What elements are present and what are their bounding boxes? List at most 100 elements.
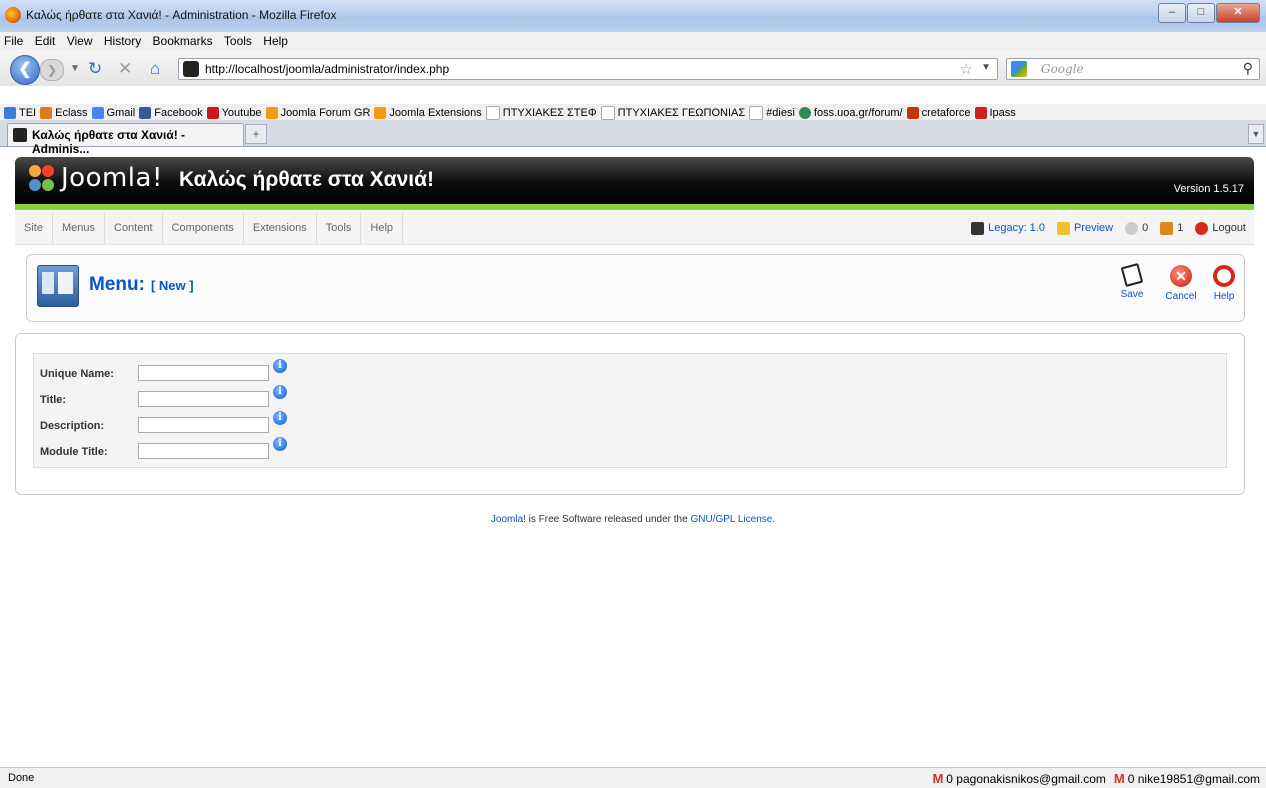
footer-text: is Free Software released under the [525,514,691,525]
info-icon[interactable]: i [273,359,287,373]
search-icon[interactable]: ⚲ [1243,60,1253,77]
legacy-icon [971,221,985,235]
info-icon[interactable]: i [273,437,287,451]
joomla-link[interactable]: Joomla! [491,514,526,525]
legacy-status[interactable]: Legacy: 1.0 [971,221,1045,235]
search-bar[interactable]: Google ⚲ [1006,58,1260,80]
logout-link[interactable]: Logout [1195,221,1246,235]
url-text[interactable]: http://localhost/joomla/administrator/in… [205,62,449,76]
close-window-button[interactable]: ✕ [1216,3,1260,23]
unique-name-input[interactable] [138,365,269,381]
admin-menu-help[interactable]: Help [361,212,404,244]
forward-button[interactable]: ❯ [40,59,64,81]
bookmark-eclass[interactable]: Eclass [40,107,88,119]
menu-view[interactable]: View [63,32,97,50]
joomla-icon [13,128,27,142]
tab-joomla-admin[interactable]: Καλώς ήρθατε στα Χανιά! - Adminis... [7,123,244,156]
gmail-notifier: M0 pagonakisnikos@gmail.com M0 nike19851… [924,771,1260,786]
help-button[interactable]: Help [1203,265,1245,302]
stop-icon[interactable]: ✕ [118,59,132,79]
reload-icon[interactable]: ↻ [88,59,102,79]
search-input[interactable]: Google [1041,62,1084,76]
gmail-icon: M [932,771,944,786]
admin-menu-components[interactable]: Components [163,212,244,244]
back-button[interactable]: ❮ [10,55,40,85]
bookmark-joomla-forum[interactable]: Joomla Forum GR [265,107,370,119]
admin-menu-content[interactable]: Content [105,212,163,244]
bookmark-facebook[interactable]: Facebook [139,107,203,119]
bookmark-diesi[interactable]: #diesi [749,106,795,120]
home-icon[interactable]: ⌂ [150,59,160,79]
browser-status-bar: Done M0 pagonakisnikos@gmail.com M0 nike… [0,767,1266,788]
menu-tools[interactable]: Tools [220,32,256,50]
joomla-header: Joomla! Καλώς ήρθατε στα Χανιά! Version … [15,157,1254,204]
description-input[interactable] [138,417,269,433]
preview-link[interactable]: Preview [1056,221,1113,235]
info-icon[interactable]: i [273,411,287,425]
page-footer: Joomla! is Free Software released under … [0,514,1266,525]
list-all-tabs-button[interactable]: ▼ [1248,124,1264,144]
info-icon[interactable]: i [273,385,287,399]
page-icon [749,106,764,120]
page-icon [600,106,615,120]
facebook-icon [139,107,152,119]
admin-status: Legacy: 1.0 Preview 0 1 Logout [959,212,1246,244]
bookmark-ipass[interactable]: Ipass [974,107,1016,119]
youtube-icon [206,107,219,119]
users-online-count: 1 [1160,221,1183,235]
history-dropdown-icon[interactable]: ▼ [70,59,80,79]
admin-menu-menus[interactable]: Menus [53,212,105,244]
gpl-license-link[interactable]: GNU/GPL License [690,514,772,525]
menu-help[interactable]: Help [259,32,292,50]
bookmark-ptyxiakes-geoponias[interactable]: ΠΤΥΧΙΑΚΕΣ ΓΕΩΠΟΝΙΑΣ [600,106,745,120]
bookmark-foss-uoa[interactable]: foss.uoa.gr/forum/ [798,107,903,119]
menu-file[interactable]: File [0,32,27,50]
address-bar[interactable]: http://localhost/joomla/administrator/in… [178,58,998,80]
maximize-button[interactable]: □ [1187,3,1215,23]
bookmark-gmail[interactable]: Gmail [91,107,135,119]
gmail-icon: M [1113,771,1125,786]
page-subtitle: [ New ] [150,278,194,293]
bookmark-tei[interactable]: ΤΕΙ [4,107,36,119]
site-title: Καλώς ήρθατε στα Χανιά! [179,168,434,191]
bookmark-cretaforce[interactable]: cretaforce [906,107,971,119]
url-dropdown-icon[interactable]: ▼ [981,62,991,73]
gmail-account-2[interactable]: M0 nike19851@gmail.com [1114,771,1260,786]
bookmark-youtube[interactable]: Youtube [206,107,262,119]
bookmark-ptyxiakes-stef[interactable]: ΠΤΥΧΙΑΚΕΣ ΣΤΕΦ [485,106,597,120]
cancel-button[interactable]: ✕ Cancel [1160,265,1202,302]
status-text: Done [8,772,35,784]
title-input[interactable] [138,391,269,407]
admin-menu-tools[interactable]: Tools [317,212,362,244]
menu-edit[interactable]: Edit [31,32,60,50]
admin-menu-site[interactable]: Site [15,212,53,244]
admin-menu-extensions[interactable]: Extensions [244,212,317,244]
save-button[interactable]: Save [1111,263,1153,300]
menu-details-form: Unique Name: i Title: i Description: i M… [33,353,1227,468]
module-title-label: Module Title: [40,446,108,458]
module-title-input[interactable] [138,443,269,459]
messages-icon [1125,221,1139,235]
menu-manager-icon [37,265,79,307]
ipass-icon [974,107,987,119]
messages-count[interactable]: 0 [1125,221,1148,235]
header-divider [15,204,1254,210]
gmail-icon [91,107,104,119]
tei-icon [4,107,16,119]
gmail-account-1[interactable]: M0 pagonakisnikos@gmail.com [932,771,1105,786]
bookmark-star-icon[interactable]: ☆ [960,60,973,78]
menu-bookmarks[interactable]: Bookmarks [149,32,217,50]
joomla-logo-icon [29,165,55,193]
page-title: Menu:[ New ] [89,274,194,295]
new-tab-button[interactable]: + [245,124,267,144]
window-controls: – □ ✕ [1157,3,1260,23]
google-search-engine-icon[interactable] [1011,61,1027,77]
description-label: Description: [40,420,105,432]
menu-history[interactable]: History [100,32,145,50]
firefox-icon [5,7,21,23]
navigation-toolbar: ❮ ❯ ▼ ↻ ✕ ⌂ http://localhost/joomla/admi… [0,50,1266,86]
logout-icon [1195,221,1209,235]
minimize-button[interactable]: – [1158,3,1186,23]
unique-name-label: Unique Name: [40,368,114,380]
bookmark-joomla-extensions[interactable]: Joomla Extensions [374,107,482,119]
